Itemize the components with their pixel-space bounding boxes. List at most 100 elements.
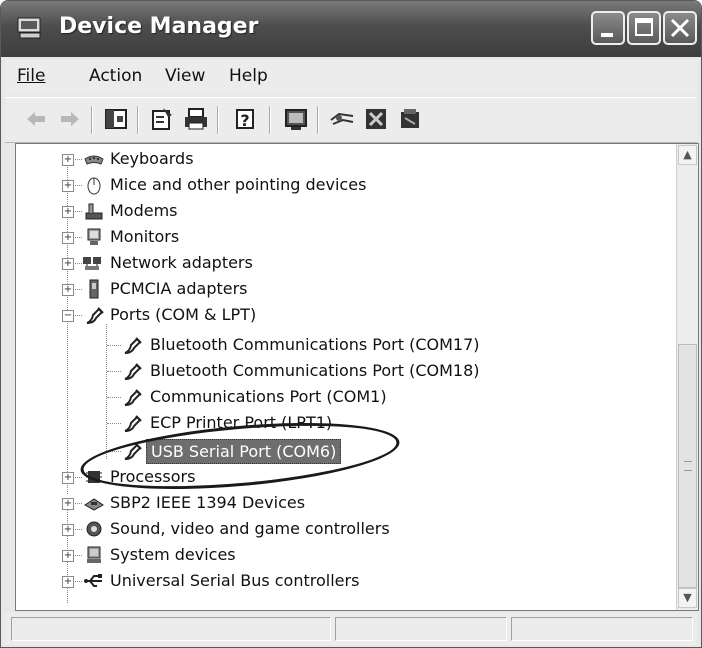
menu-file[interactable]: File bbox=[17, 66, 45, 86]
tree-label: ECP Printer Port (LPT1) bbox=[150, 413, 333, 432]
expand-icon[interactable]: + bbox=[62, 472, 74, 484]
tree-category-network-adapters[interactable]: + Network adapters bbox=[16, 250, 666, 276]
expand-icon[interactable]: + bbox=[62, 206, 74, 218]
expand-icon[interactable]: + bbox=[62, 232, 74, 244]
expand-icon[interactable]: + bbox=[62, 284, 74, 296]
tree-label: Bluetooth Communications Port (COM18) bbox=[150, 361, 480, 380]
properties-icon[interactable] bbox=[149, 106, 175, 132]
tree-category-keyboards[interactable]: + Keyboards bbox=[16, 146, 666, 172]
device-tree-pane[interactable]: + Keyboards + Mice and other pointing de… bbox=[15, 143, 699, 611]
mouse-icon bbox=[87, 177, 101, 195]
show-hide-console-tree-icon[interactable] bbox=[103, 106, 129, 132]
menu-view[interactable]: View bbox=[165, 66, 205, 86]
tree-label: Universal Serial Bus controllers bbox=[110, 571, 360, 590]
tree-category-system-devices[interactable]: + System devices bbox=[16, 542, 666, 568]
vertical-scrollbar[interactable]: ▲ ▼ bbox=[676, 144, 698, 610]
toolbar-separator bbox=[269, 106, 271, 134]
tree-category-processors[interactable]: + Processors bbox=[16, 464, 666, 490]
tree-label: Network adapters bbox=[110, 253, 253, 272]
uninstall-device-icon[interactable] bbox=[397, 106, 423, 132]
toolbar-separator bbox=[317, 106, 319, 134]
expand-icon[interactable]: + bbox=[62, 524, 74, 536]
close-button[interactable] bbox=[663, 11, 697, 45]
tree-label: System devices bbox=[110, 545, 236, 564]
expand-icon[interactable]: + bbox=[62, 154, 74, 166]
tree-label: Monitors bbox=[110, 227, 180, 246]
menu-action[interactable]: Action bbox=[89, 66, 142, 86]
tree-category-monitors[interactable]: + Monitors bbox=[16, 224, 666, 250]
print-icon[interactable] bbox=[183, 106, 209, 132]
tree-connector bbox=[107, 345, 121, 346]
status-pane bbox=[335, 617, 507, 641]
maximize-icon bbox=[635, 18, 653, 36]
tree-device-communications-com1[interactable]: Communications Port (COM1) bbox=[16, 384, 666, 410]
tree-label: Ports (COM & LPT) bbox=[110, 305, 257, 324]
collapse-icon[interactable]: − bbox=[62, 310, 74, 322]
tree-category-pcmcia-adapters[interactable]: + PCMCIA adapters bbox=[16, 276, 666, 302]
help-icon[interactable]: ? bbox=[233, 106, 259, 132]
tree-connector bbox=[107, 451, 121, 452]
tree-label: Mice and other pointing devices bbox=[110, 175, 367, 194]
device-manager-window: Device Manager File Action View Help ? +… bbox=[0, 0, 702, 648]
tree-category-sound-video-game[interactable]: + Sound, video and game controllers bbox=[16, 516, 666, 542]
computer-icon[interactable] bbox=[283, 106, 309, 132]
scroll-up-button[interactable]: ▲ bbox=[678, 145, 697, 165]
tree-label: SBP2 IEEE 1394 Devices bbox=[110, 493, 306, 512]
scan-hardware-icon[interactable] bbox=[329, 106, 355, 132]
minimize-button[interactable] bbox=[591, 11, 625, 45]
computer-icon bbox=[17, 17, 41, 39]
processor-icon bbox=[86, 471, 102, 483]
expand-icon[interactable]: + bbox=[62, 576, 74, 588]
tree-device-bluetooth-com18[interactable]: Bluetooth Communications Port (COM18) bbox=[16, 358, 666, 384]
expand-icon[interactable]: + bbox=[62, 498, 74, 510]
tree-category-usb-controllers[interactable]: + Universal Serial Bus controllers bbox=[16, 568, 666, 594]
status-pane bbox=[511, 617, 693, 641]
tree-device-bluetooth-com17[interactable]: Bluetooth Communications Port (COM17) bbox=[16, 332, 666, 358]
tree-category-sbp2-ieee1394[interactable]: + SBP2 IEEE 1394 Devices bbox=[16, 490, 666, 516]
keyboard-icon bbox=[84, 155, 104, 165]
tree-label: Communications Port (COM1) bbox=[150, 387, 387, 406]
scroll-down-button[interactable]: ▼ bbox=[678, 588, 697, 608]
tree-device-usb-serial-com6[interactable]: USB Serial Port (COM6) bbox=[16, 438, 666, 464]
tree-device-ecp-printer-lpt1[interactable]: ECP Printer Port (LPT1) bbox=[16, 410, 666, 436]
menu-help[interactable]: Help bbox=[229, 66, 268, 86]
menu-action-label: Action bbox=[89, 66, 143, 86]
port-icon bbox=[124, 389, 142, 406]
network-icon bbox=[83, 257, 101, 270]
disable-device-icon[interactable] bbox=[363, 106, 389, 132]
tree-label: Bluetooth Communications Port (COM17) bbox=[150, 335, 480, 354]
maximize-button[interactable] bbox=[627, 11, 661, 45]
tree-category-ports[interactable]: − Ports (COM & LPT) bbox=[16, 302, 666, 328]
tree-label: Sound, video and game controllers bbox=[110, 519, 390, 538]
sound-icon bbox=[86, 521, 102, 537]
expand-icon[interactable]: + bbox=[62, 258, 74, 270]
tree-label: Processors bbox=[110, 467, 196, 486]
modem-icon bbox=[85, 203, 103, 220]
menu-file-label: File bbox=[17, 66, 46, 86]
close-icon bbox=[670, 18, 690, 38]
tree-category-modems[interactable]: + Modems bbox=[16, 198, 666, 224]
svg-text:?: ? bbox=[240, 111, 249, 130]
scroll-thumb[interactable] bbox=[678, 344, 697, 588]
forward-arrow-icon[interactable] bbox=[57, 106, 83, 132]
port-icon bbox=[124, 443, 142, 460]
port-icon bbox=[124, 337, 142, 354]
port-icon bbox=[86, 307, 104, 324]
ieee1394-icon bbox=[84, 498, 104, 511]
menu-bar: File Action View Help bbox=[5, 59, 697, 95]
status-pane bbox=[11, 617, 331, 641]
expand-icon[interactable]: + bbox=[62, 550, 74, 562]
tree-category-mice[interactable]: + Mice and other pointing devices bbox=[16, 172, 666, 198]
tree-label: Modems bbox=[110, 201, 178, 220]
tree-connector bbox=[107, 397, 121, 398]
menu-help-label: Help bbox=[229, 66, 268, 86]
tree-connector bbox=[107, 371, 121, 372]
title-bar[interactable]: Device Manager bbox=[1, 1, 701, 57]
back-arrow-icon[interactable] bbox=[23, 106, 49, 132]
toolbar-separator bbox=[217, 106, 219, 134]
expand-icon[interactable]: + bbox=[62, 180, 74, 192]
tree-label: Keyboards bbox=[110, 149, 194, 168]
tree-label-selected: USB Serial Port (COM6) bbox=[146, 439, 342, 464]
pcmcia-icon bbox=[89, 279, 99, 299]
minimize-icon bbox=[601, 33, 613, 37]
